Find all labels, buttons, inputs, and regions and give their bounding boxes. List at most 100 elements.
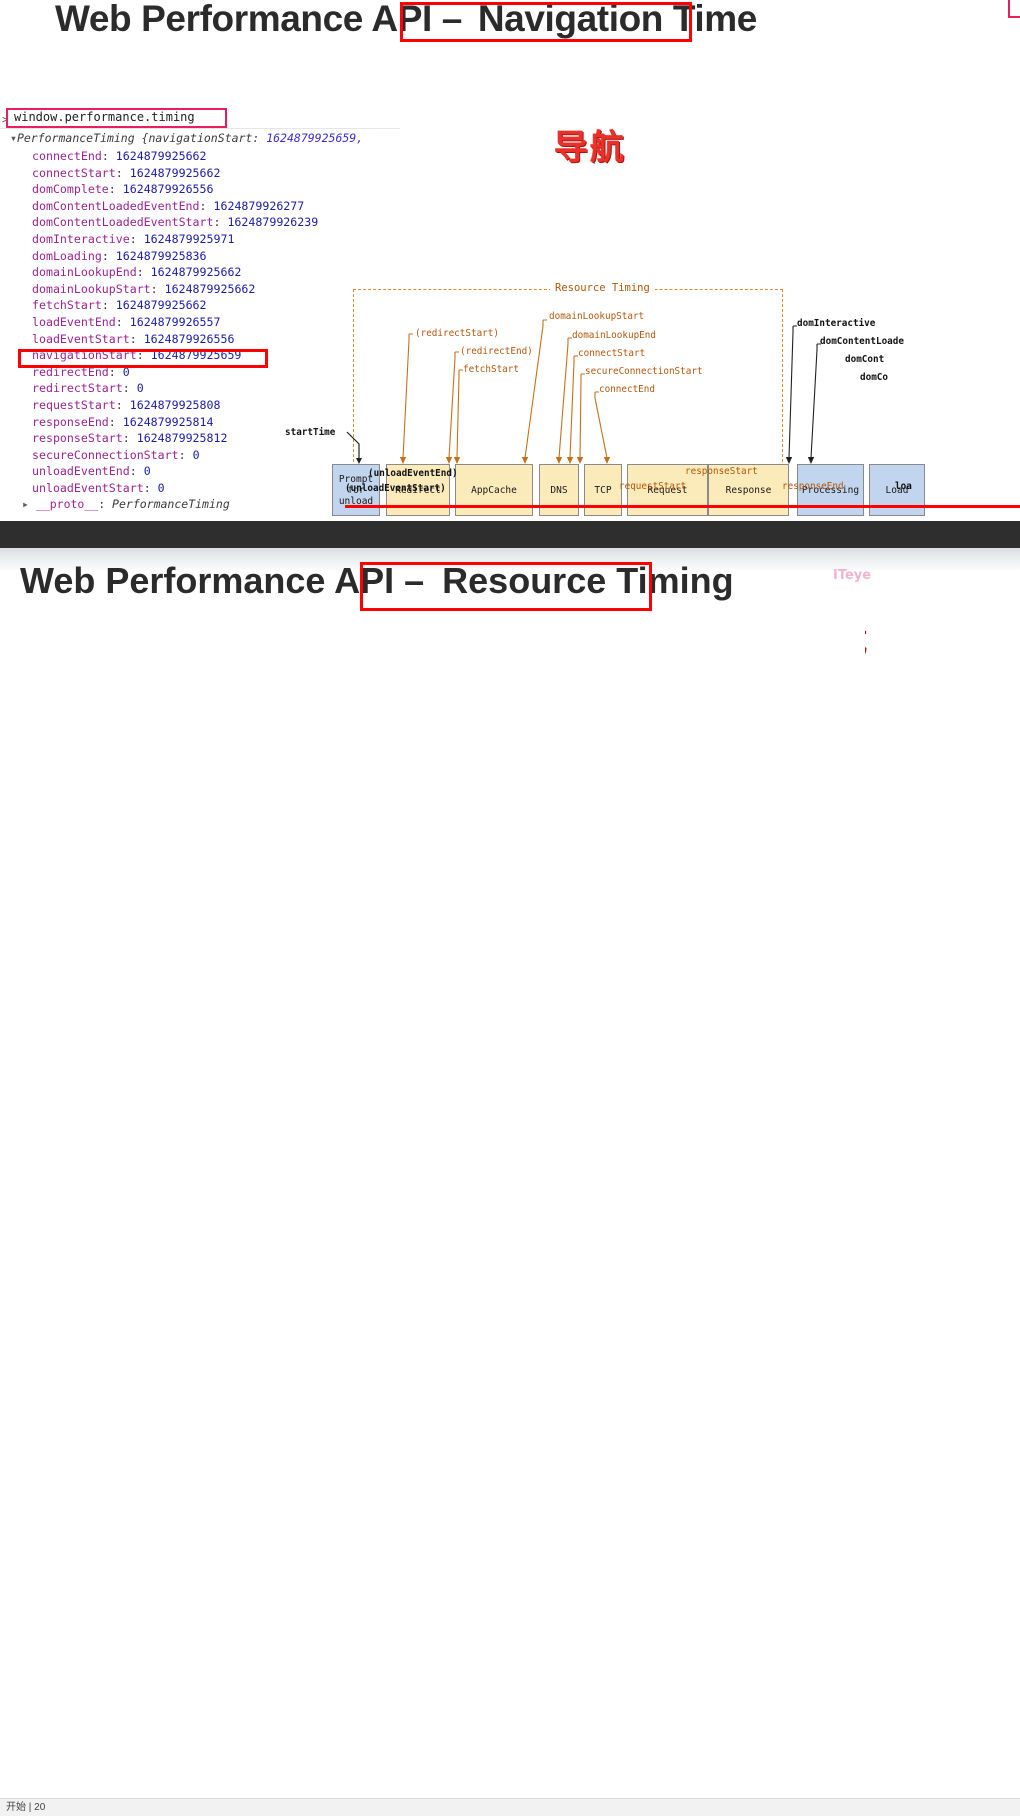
property-key: unloadEventEnd: [32, 464, 130, 479]
property-key: domContentLoadedEventEnd: [32, 198, 200, 213]
property-colon: :: [101, 298, 116, 313]
property-value: 1624879926239: [227, 215, 319, 230]
property-key: domContentLoadedEventStart: [32, 215, 214, 230]
label-domcomplete: domCo: [860, 372, 888, 383]
console-property-row: domContentLoadedEventStart: 162487992623…: [32, 214, 400, 231]
property-key: connectEnd: [32, 149, 102, 163]
property-key: connectStart: [32, 165, 116, 180]
proto-expand-arrow-icon[interactable]: ▸: [22, 497, 29, 511]
property-value: 1624879925662: [150, 265, 242, 280]
property-colon: :: [129, 231, 144, 246]
label-requeststart: requestStart: [619, 481, 687, 492]
console-property-row: domInteractive: 1624879925971: [32, 231, 400, 248]
property-value: 0: [157, 480, 165, 495]
property-key: requestStart: [32, 397, 116, 412]
slide-resource-timing-diagram: Web Performance API – Resource Timing 资源…: [0, 548, 1020, 1043]
label-responseend: responseEnd: [782, 481, 844, 492]
phase-box-tcp: TCP: [584, 464, 622, 516]
slide2-title-highlight-box: [360, 562, 652, 611]
slide-resource-timing-entries: Web Performance API – Resource Timing 资源…: [0, 1043, 1020, 1816]
label-starttime: startTime: [285, 427, 336, 438]
property-value: 1624879925812: [136, 431, 228, 446]
console-property-row: connectStart: 1624879925662: [32, 165, 400, 182]
property-value: 0: [136, 381, 144, 396]
console-property-row: domLoading: 1624879925836: [32, 248, 400, 265]
diagram-leader-lines: [399, 319, 821, 464]
property-value: 1624879926556: [143, 331, 235, 346]
taskbar[interactable]: 开始 | 20: [0, 1798, 1020, 1816]
property-colon: :: [108, 182, 123, 197]
property-colon: :: [101, 248, 116, 263]
property-key: unloadEventStart: [32, 480, 144, 495]
property-colon: :: [150, 281, 165, 296]
label-unloadeventend: (unloadEventEnd): [368, 468, 458, 479]
property-colon: :: [122, 381, 137, 396]
property-key: loadEventStart: [32, 331, 130, 346]
property-value: 1624879925662: [164, 281, 256, 296]
console-property-row: connectEnd: 1624879925662: [32, 148, 400, 165]
property-key: domComplete: [32, 182, 109, 197]
property-key: domainLookupStart: [32, 281, 151, 296]
property-colon: :: [136, 265, 151, 280]
property-colon: :: [122, 431, 137, 446]
property-key: domainLookupEnd: [32, 265, 137, 280]
phase-box-appcache: AppCache: [455, 464, 533, 516]
property-colon: :: [115, 397, 130, 412]
property-value: 0: [143, 464, 151, 479]
property-colon: :: [129, 331, 144, 346]
property-value: 1624879926557: [129, 314, 221, 329]
property-value: 1624879926277: [213, 198, 305, 213]
resource-timing-band-label: Resource Timing: [550, 282, 655, 294]
property-value: 1624879925836: [115, 248, 207, 263]
property-colon: :: [178, 447, 193, 462]
property-key: domLoading: [32, 248, 102, 263]
navigation-timing-diagram: Resource Timing startTime (redirectStart…: [285, 278, 1020, 516]
property-colon: :: [115, 314, 130, 329]
property-key: secureConnectionStart: [32, 447, 179, 462]
label-responsestart: responseStart: [685, 466, 758, 477]
property-key: redirectStart: [32, 381, 123, 396]
property-colon: :: [129, 464, 144, 479]
slide1-title-highlight-box: [400, 2, 692, 42]
label-loadeventstart: loa: [895, 481, 912, 492]
property-key: domInteractive: [32, 231, 130, 246]
property-key: loadEventEnd: [32, 314, 116, 329]
property-colon: :: [115, 165, 130, 180]
property-colon: :: [108, 414, 123, 429]
console-command-highlight-box: [6, 108, 227, 128]
resource-timing-figure: Redirect AppCache DNS TCP Request Respon…: [0, 614, 865, 1034]
property-colon: :: [213, 215, 228, 230]
console-object-header-value: 1624879925659,: [266, 131, 364, 145]
property-value: 1624879925662: [115, 298, 207, 313]
slide1-red-underline: [345, 505, 1020, 508]
property-value: 0: [192, 447, 200, 462]
property-value: 1624879925808: [129, 397, 221, 412]
property-colon: :: [199, 198, 214, 213]
label-domcontentloadedeventend: domCont: [845, 354, 885, 365]
console-property-row: domContentLoadedEventEnd: 1624879926277: [32, 198, 400, 215]
property-colon: :: [143, 480, 158, 495]
proto-key: __proto__: [35, 497, 99, 512]
phase-box-dns: DNS: [539, 464, 579, 516]
console-property-row: domComplete: 1624879926556: [32, 181, 400, 198]
label-unloadeventstart: (unloadEventStart): [345, 483, 446, 494]
navigationstart-highlight-box: [18, 349, 268, 368]
slide1-corner-marker: [1008, 0, 1020, 18]
property-key: fetchStart: [32, 298, 102, 313]
slide1-black-bar: [0, 521, 1020, 548]
property-value: 1624879925971: [143, 231, 235, 246]
slide-navigation-timing: Web Performance API – Navigation Time > …: [0, 0, 1020, 548]
property-colon: :: [101, 149, 116, 163]
console-object-header-prefix: PerformanceTiming {navigationStart:: [16, 131, 260, 145]
property-value: 1624879926556: [122, 182, 214, 197]
console-object-header[interactable]: ▾PerformanceTiming {navigationStart: 162…: [0, 129, 400, 148]
property-value: 1624879925662: [115, 149, 207, 163]
property-key: responseStart: [32, 431, 123, 446]
taskbar-text: 开始 | 20: [6, 1802, 46, 1813]
slide1-chinese-stamp: 导航: [554, 129, 626, 167]
proto-value: PerformanceTiming: [112, 497, 230, 512]
property-key: responseEnd: [32, 414, 109, 429]
property-value: 1624879925814: [122, 414, 214, 429]
label-domcontentloadedeventstart: domContentLoade: [820, 336, 904, 347]
property-value: 1624879925662: [129, 165, 221, 180]
